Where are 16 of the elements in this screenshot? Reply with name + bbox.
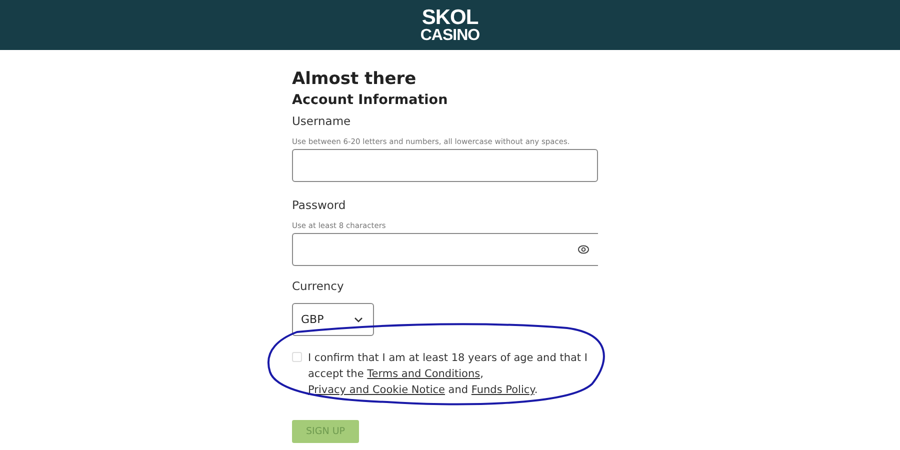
checkbox[interactable] xyxy=(292,352,302,362)
currency-select[interactable]: GBP xyxy=(292,303,374,336)
field-label: Currency xyxy=(292,279,344,293)
consent-text: I confirm that I am at least 18 years of age and that I accept the Terms and Conditions, Privacy and Cookie Notice and Funds Policy. xyxy=(308,351,588,398)
password-field[interactable] xyxy=(292,233,598,266)
field-label: Password xyxy=(292,198,346,212)
logo[interactable]: SKOL CASINO xyxy=(420,6,480,44)
chevron-down-icon xyxy=(354,316,363,322)
policy-link[interactable]: Privacy and Cookie Notice xyxy=(308,384,445,396)
field-label: Username xyxy=(292,114,351,128)
policy-link[interactable]: Terms and Conditions xyxy=(367,368,480,380)
eye-icon[interactable] xyxy=(578,245,589,254)
section-title: Account Information xyxy=(292,92,448,108)
username-field[interactable] xyxy=(292,149,598,182)
page-title: Almost there xyxy=(292,69,416,89)
policy-link[interactable]: Funds Policy xyxy=(471,384,534,396)
